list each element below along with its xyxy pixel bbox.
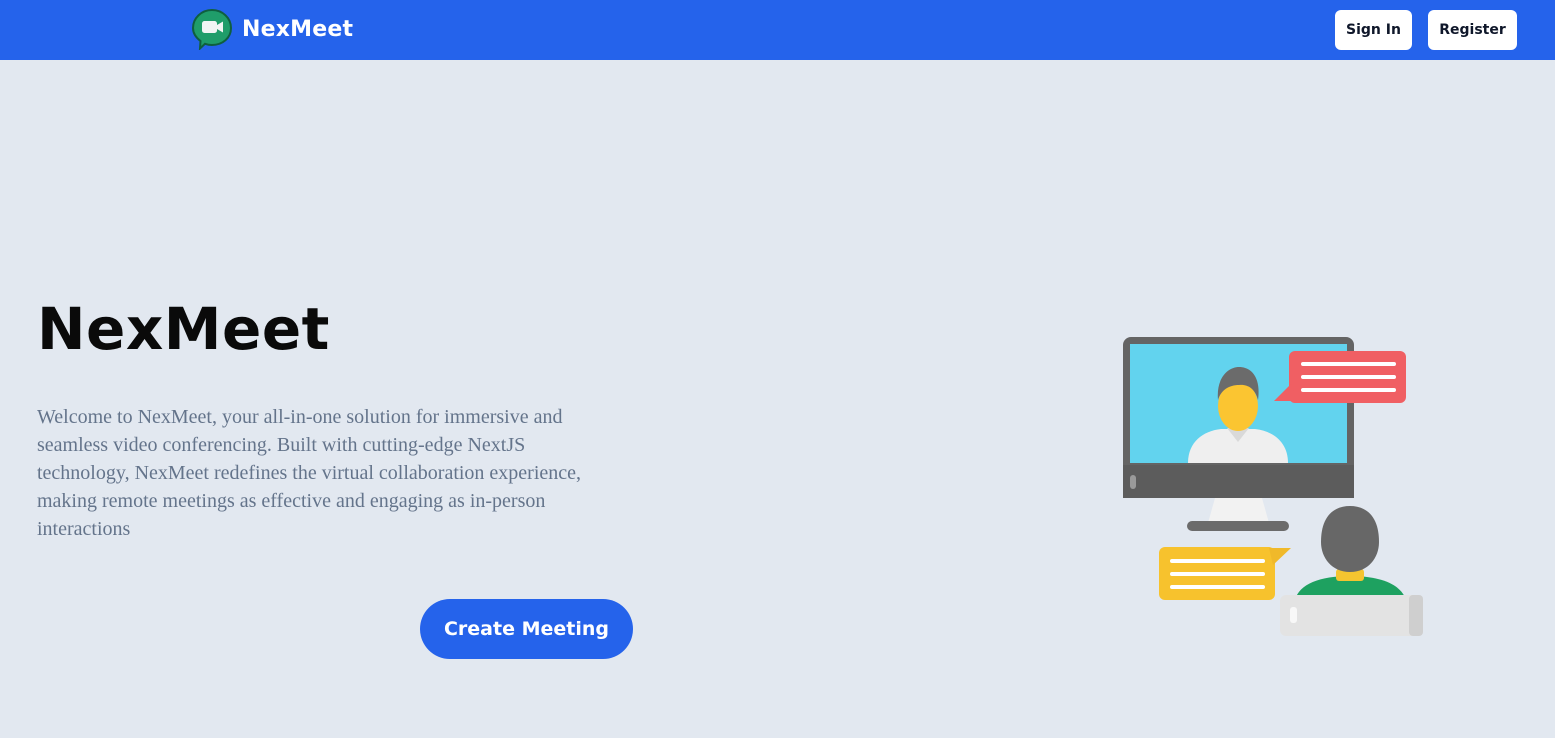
register-button[interactable]: Register (1428, 10, 1517, 50)
hero-description: Welcome to NexMeet, your all-in-one solu… (37, 406, 582, 540)
video-chat-bubble-icon (191, 8, 233, 50)
sign-in-button[interactable]: Sign In (1335, 10, 1412, 50)
brand-name: NexMeet (242, 16, 354, 42)
video-conference-illustration (1123, 337, 1423, 636)
brand-link[interactable]: NexMeet (191, 8, 353, 50)
hero-title: NexMeet (37, 295, 330, 363)
navbar: NexMeet Sign In Register (0, 0, 1555, 60)
create-meeting-button[interactable]: Create Meeting (420, 599, 633, 659)
